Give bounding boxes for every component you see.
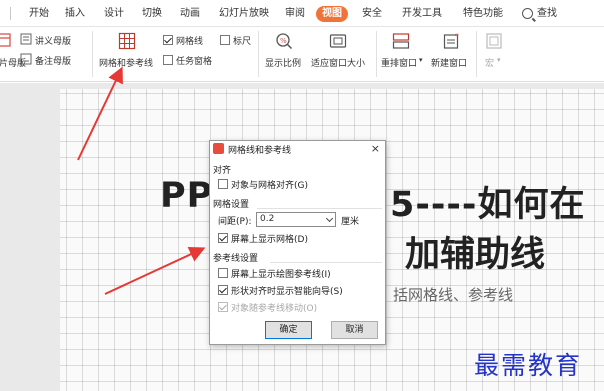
snap-section-label: 对齐 [213,166,232,176]
guides-section-label: 参考线设置 [213,254,259,264]
show-grid-checkbox[interactable] [218,233,228,243]
rearrange-window-icon[interactable] [392,32,410,50]
ribbon-divider [258,31,259,77]
chevron-down-icon[interactable]: ▾ [497,56,501,64]
svg-text:%: % [280,37,287,45]
show-ratio-button[interactable]: 显示比例 [265,56,301,69]
spacing-unit: 厘米 [341,217,360,227]
section-divider [257,208,382,209]
search-label[interactable]: 查找 [537,0,557,27]
ruler-checkbox[interactable]: 标尺 [220,34,251,47]
objects-move-with-guides-option: 对象随参考线移动(O) [218,301,317,314]
zoom-icon[interactable]: % [275,32,293,50]
grid-and-guides-icon[interactable] [118,32,136,50]
show-drawing-guides-option[interactable]: 屏幕上显示绘图参考线(I) [218,267,331,280]
menu-developer[interactable]: 开发工具 [402,0,442,27]
ok-button[interactable]: 确定 [265,321,312,339]
grid-guides-dialog: 网格线和参考线 × 对齐 对象与网格对齐(G) 网格设置 间距(P): 0.2 … [209,140,386,345]
objects-move-with-guides-label: 对象随参考线移动(O) [231,304,318,314]
smart-guides-label: 形状对齐时显示智能向导(S) [231,287,343,297]
menu-review[interactable]: 审阅 [285,0,305,27]
ribbon-view: 片母版 讲义母版 备注母版 网格和参考线 网格线 标尺 任务窗格 % 显示比例 … [0,27,604,82]
smart-guides-checkbox[interactable] [218,285,228,295]
notes-master-icon [20,53,32,65]
chevron-down-icon[interactable]: ▾ [419,56,423,64]
slide-title-line2-right: 加辅助线 [405,235,546,275]
chevron-down-icon[interactable] [325,214,334,223]
snap-to-grid-checkbox[interactable] [218,179,228,189]
objects-move-with-guides-checkbox [218,302,228,312]
macro-button[interactable]: 宏 [485,56,494,69]
smart-guides-option[interactable]: 形状对齐时显示智能向导(S) [218,284,343,297]
search-icon[interactable] [522,8,533,19]
dialog-title-bar[interactable]: 网格线和参考线 × [210,141,385,158]
menu-insert[interactable]: 插入 [65,0,85,27]
menu-bar: 开始 插入 设计 切换 动画 幻灯片放映 审阅 视图 安全 开发工具 特色功能 … [0,0,604,27]
snap-to-grid-label: 对象与网格对齐(G) [231,181,308,191]
show-drawing-guides-checkbox[interactable] [218,268,228,278]
gridlines-label: 网格线 [176,37,204,47]
show-drawing-guides-label: 屏幕上显示绘图参考线(I) [231,270,331,280]
spacing-label: 间距(P): [218,217,252,227]
menu-animations[interactable]: 动画 [180,0,200,27]
grid-and-guides-button[interactable]: 网格和参考线 [99,56,153,69]
svg-text:*: * [455,32,459,41]
spacing-value: 0.2 [260,214,275,224]
ruler-label: 标尺 [233,37,252,47]
slide-title-line1-right: 5----如何在 [390,185,586,225]
section-divider [270,262,382,263]
menu-separator [10,7,11,20]
gridlines-checkbox[interactable]: 网格线 [163,34,203,47]
new-window-button[interactable]: 新建窗口 [431,56,467,69]
menu-transitions[interactable]: 切换 [142,0,162,27]
handout-master-icon [20,33,32,45]
task-pane-label: 任务窗格 [176,57,213,67]
macro-icon[interactable] [485,32,503,50]
handout-master-button[interactable]: 讲义母版 [35,34,71,47]
gridlines-check[interactable] [163,35,173,45]
notes-master-button[interactable]: 备注母版 [35,54,71,67]
menu-slideshow[interactable]: 幻灯片放映 [219,0,269,27]
snap-to-grid-option[interactable]: 对象与网格对齐(G) [218,178,308,191]
watermark-logo: 最需教育 [474,351,583,380]
dialog-title: 网格线和参考线 [228,146,292,156]
new-window-icon[interactable]: * [443,32,461,50]
close-icon[interactable]: × [371,142,380,155]
show-grid-option[interactable]: 屏幕上显示网格(D) [218,232,308,245]
show-grid-label: 屏幕上显示网格(D) [231,235,308,245]
task-pane-check[interactable] [163,55,173,65]
menu-view-active[interactable]: 视图 [316,6,348,22]
wps-logo-icon [213,143,224,154]
cancel-button[interactable]: 取消 [331,321,378,339]
fit-window-button[interactable]: 适应窗口大小 [311,56,365,69]
menu-design[interactable]: 设计 [104,0,124,27]
grid-section-label: 网格设置 [213,200,250,210]
menu-special[interactable]: 特色功能 [463,0,503,27]
ribbon-divider [476,31,477,77]
spacing-select[interactable]: 0.2 [256,212,336,227]
ribbon-divider [92,31,93,77]
slide-title-line1-left: PP [160,176,214,216]
slide-master-icon[interactable] [0,32,12,50]
ribbon-divider [376,31,377,77]
menu-start[interactable]: 开始 [29,0,49,27]
ruler-check[interactable] [220,35,230,45]
menu-security[interactable]: 安全 [362,0,382,27]
task-pane-checkbox[interactable]: 任务窗格 [163,54,212,67]
fit-window-icon[interactable] [329,32,347,50]
rearrange-window-button[interactable]: 重排窗口 [381,56,417,69]
slide-subtitle: 括网格线、参考线 [393,286,514,304]
